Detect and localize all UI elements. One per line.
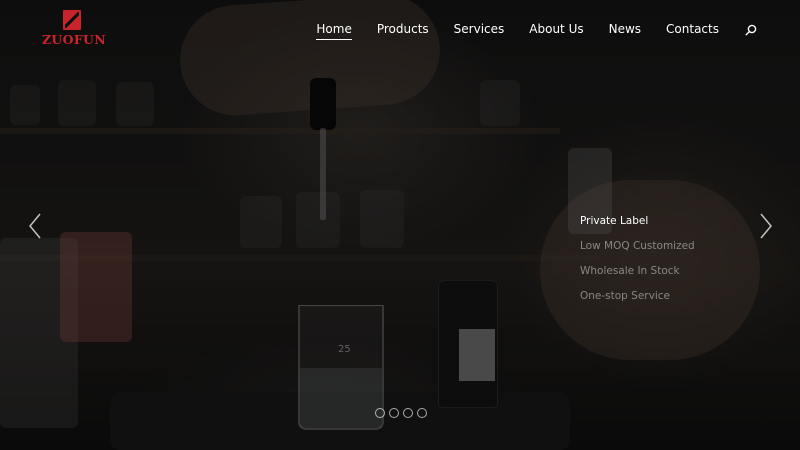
nav-item-products[interactable]: Products — [377, 21, 429, 40]
logo-mark-icon — [63, 10, 81, 30]
feature-low-moq-customized[interactable]: Low MOQ Customized — [580, 238, 695, 263]
feature-one-stop-service[interactable]: One-stop Service — [580, 288, 695, 313]
hero-banner: 25 ZUOFUN Home Products Services About U… — [0, 0, 800, 450]
logo[interactable]: ZUOFUN — [42, 10, 106, 48]
carousel-next-button[interactable] — [757, 212, 775, 240]
carousel-dot-1[interactable] — [375, 408, 385, 418]
carousel-dot-4[interactable] — [417, 408, 427, 418]
nav-item-contacts[interactable]: Contacts — [666, 21, 719, 40]
chevron-right-icon — [760, 213, 772, 239]
carousel-dot-2[interactable] — [389, 408, 399, 418]
feature-wholesale-in-stock[interactable]: Wholesale In Stock — [580, 263, 695, 288]
carousel-prev-button[interactable] — [26, 212, 44, 240]
main-nav: Home Products Services About Us News Con… — [316, 20, 758, 40]
search-icon[interactable] — [744, 23, 758, 37]
chevron-left-icon — [29, 213, 41, 239]
carousel-pagination — [375, 408, 427, 418]
nav-item-home[interactable]: Home — [316, 21, 352, 40]
logo-text: ZUOFUN — [42, 32, 106, 47]
hero-feature-list: Private Label Low MOQ Customized Wholesa… — [580, 213, 695, 313]
nav-item-news[interactable]: News — [609, 21, 641, 40]
carousel-dot-3[interactable] — [403, 408, 413, 418]
feature-private-label[interactable]: Private Label — [580, 213, 695, 238]
nav-item-services[interactable]: Services — [454, 21, 505, 40]
site-header: ZUOFUN Home Products Services About Us N… — [0, 0, 800, 60]
nav-item-about-us[interactable]: About Us — [529, 21, 583, 40]
